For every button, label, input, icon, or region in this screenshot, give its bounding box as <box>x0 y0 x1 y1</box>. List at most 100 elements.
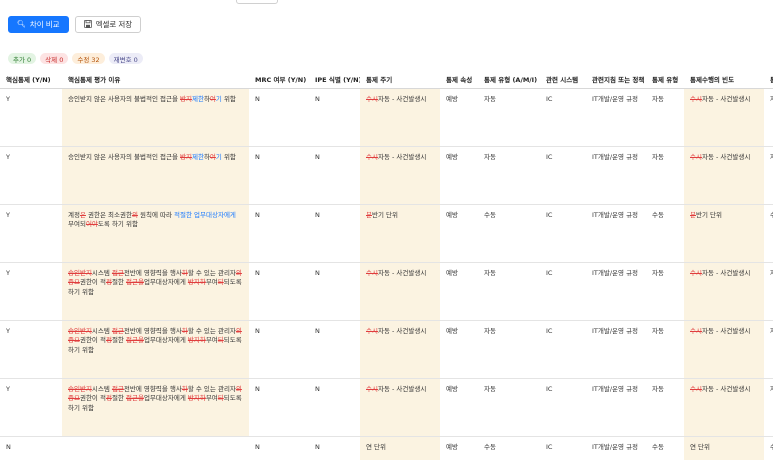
reason-cell: 승인받지 않은 사용자의 불법적인 접근을 방지제한하여기 위함 <box>62 146 249 205</box>
truncated-cell: 수 <box>764 436 773 460</box>
control-type-2-cell: 자동 <box>646 146 684 205</box>
control-type-2-cell: 자동 <box>646 262 684 321</box>
policy-cell: IT개발/운영 규정 <box>586 262 646 321</box>
deleted-text: 중요 <box>68 278 80 287</box>
key-control-cell: N <box>0 436 62 460</box>
col-header-cycle[interactable]: 통제 주기 <box>360 70 440 89</box>
search-icon: 🔍︎ <box>17 21 26 28</box>
col-header-control-type[interactable]: 통제 유형 (A/M/I) <box>478 70 540 89</box>
modified-count-badge[interactable]: 수정 32 <box>72 53 105 64</box>
table-row[interactable]: Y 승인받지시스템 접근전반에 영향력을 행사하할 수 있는 관리자의 중요권한이… <box>0 262 773 321</box>
mrc-cell: N <box>249 378 309 437</box>
text-segment: 시스템 <box>91 268 112 277</box>
text-segment: 부여 <box>205 336 218 345</box>
col-header-control-type-2[interactable]: 통제 유형 <box>646 70 684 89</box>
text-segment: 부여되 <box>68 220 86 229</box>
col-header-mrc[interactable]: MRC 여부 (Y/N) <box>249 70 309 89</box>
attribute-cell: 예방 <box>440 320 478 379</box>
added-count-badge[interactable]: 추가 0 <box>8 53 37 64</box>
table-row[interactable]: Y 승인받지 않은 사용자의 불법적인 접근을 방지제한하여기 위함 N N 수시자동 … <box>0 146 773 205</box>
text-segment: 반기 단위 <box>371 210 398 219</box>
policy-cell: IT개발/운영 규정 <box>586 436 646 460</box>
deleted-text: 방지 <box>180 152 192 161</box>
deleted-text: 접근 <box>111 326 124 335</box>
text-segment: 부여 <box>205 394 218 403</box>
text-segment: 자동 - 사건발생시 <box>377 326 427 335</box>
text-segment: 원칙에 따라 <box>137 210 175 219</box>
table-row[interactable]: NNN연 단위예방수동ICIT개발/운영 규정수동연 단위수 <box>0 436 773 460</box>
key-control-cell: Y <box>0 378 62 437</box>
ipe-cell: N <box>309 262 360 321</box>
policy-cell: IT개발/운영 규정 <box>586 204 646 263</box>
control-type-cell: 자동 <box>478 262 540 321</box>
col-header-ipe[interactable]: IPE 식별 (Y/N) <box>309 70 360 89</box>
top-field-stub[interactable] <box>236 0 278 4</box>
table-row[interactable]: Y 승인받지 않은 사용자의 불법적인 접근을 방지제한하여기 위함 N N 수시자동 … <box>0 88 773 147</box>
table-row[interactable]: Y 승인받지시스템 접근전반에 영향력을 행사하할 수 있는 관리자의 중요권한이… <box>0 378 773 437</box>
text-segment: 권한이 적 <box>79 394 106 403</box>
cycle-cell: 수시자동 - 사건발생시 <box>360 146 440 205</box>
deleted-text: 방지하 <box>187 278 206 287</box>
system-cell: IC <box>540 436 586 460</box>
control-type-cell: 수동 <box>478 204 540 263</box>
system-cell: IC <box>540 262 586 321</box>
control-type-2-cell: 자동 <box>646 378 684 437</box>
frequency-cell: 수시자동 - 사건발생시 <box>684 146 764 205</box>
text-segment: 위함 <box>221 94 236 103</box>
control-type-2-cell: 수동 <box>646 436 684 460</box>
deleted-text: 접근을 <box>125 394 144 403</box>
text-segment: 연 단위 <box>366 442 387 451</box>
truncated-cell: 수 <box>764 204 773 263</box>
renumbered-count-badge[interactable]: 재변호 0 <box>108 53 143 64</box>
col-header-system[interactable]: 관련 시스템 <box>540 70 586 89</box>
deleted-text: 의 <box>235 384 242 393</box>
key-control-cell: Y <box>0 320 62 379</box>
attribute-cell: 예방 <box>440 88 478 147</box>
text-segment: 자동 - 사건발생시 <box>377 152 427 161</box>
table-row[interactable]: Y 계정은 권한은 최소권한의 원칙에 따라 적절한 업무대상자에게 부여되어야도… <box>0 204 773 263</box>
text-segment: 자동 - 사건발생시 <box>701 326 751 335</box>
reason-cell: 계정은 권한은 최소권한의 원칙에 따라 적절한 업무대상자에게 부여되어야도록… <box>62 204 249 263</box>
deleted-text: 방지 <box>180 94 192 103</box>
system-cell: IC <box>540 88 586 147</box>
export-excel-button[interactable]: 엑셀로 저장 <box>74 16 142 33</box>
col-header-attribute[interactable]: 통제 속성 <box>440 70 478 89</box>
text-segment: 권한이 적 <box>79 278 106 287</box>
control-type-cell: 자동 <box>478 320 540 379</box>
export-excel-label: 엑셀로 저장 <box>95 20 133 29</box>
ipe-cell: N <box>309 204 360 263</box>
col-header-truncated[interactable]: 통 <box>764 70 773 89</box>
compare-button[interactable]: 🔍︎ 차이 비교 <box>8 16 69 33</box>
text-segment: 계정 <box>68 210 80 219</box>
attribute-cell: 예방 <box>440 262 478 321</box>
frequency-cell: 수시자동 - 사건발생시 <box>684 262 764 321</box>
cycle-cell: 분반기 단위 <box>360 204 440 263</box>
text-segment: 자동 - 사건발생시 <box>377 268 427 277</box>
col-header-key-control[interactable]: 핵심통제 (Y/N) <box>0 70 62 89</box>
table-row[interactable]: Y 승인받지시스템 접근전반에 영향력을 행사하할 수 있는 관리자의 중요권한이… <box>0 320 773 379</box>
diff-table: 핵심통제 (Y/N) 핵심통제 평가 이유 MRC 여부 (Y/N) IPE 식… <box>0 70 773 460</box>
inserted-text: 제한 <box>191 94 204 103</box>
text-segment: 절한 <box>111 394 126 403</box>
col-header-policy[interactable]: 관련지침 또는 정책 <box>586 70 646 89</box>
deleted-text: 접근 <box>111 268 124 277</box>
col-header-reason[interactable]: 핵심통제 평가 이유 <box>62 70 249 89</box>
mrc-cell: N <box>249 262 309 321</box>
col-header-frequency[interactable]: 통제수행의 빈도 <box>684 70 764 89</box>
ipe-cell: N <box>309 320 360 379</box>
ipe-cell: N <box>309 88 360 147</box>
deleted-count-badge[interactable]: 삭제 0 <box>40 53 69 64</box>
text-segment: 권한이 적 <box>79 336 106 345</box>
save-icon <box>83 19 92 30</box>
text-segment: 절한 <box>111 336 126 345</box>
deleted-text: 의 <box>235 326 242 335</box>
control-type-2-cell: 수동 <box>646 204 684 263</box>
mrc-cell: N <box>249 320 309 379</box>
deleted-text: 방지하 <box>187 394 206 403</box>
change-summary: 추가 0 삭제 0 수정 32 재변호 0 <box>8 53 143 64</box>
deleted-text: 어야 <box>85 220 98 229</box>
text-segment: 자동 - 사건발생시 <box>701 152 751 161</box>
key-control-cell: Y <box>0 88 62 147</box>
system-cell: IC <box>540 204 586 263</box>
cycle-cell: 수시자동 - 사건발생시 <box>360 88 440 147</box>
